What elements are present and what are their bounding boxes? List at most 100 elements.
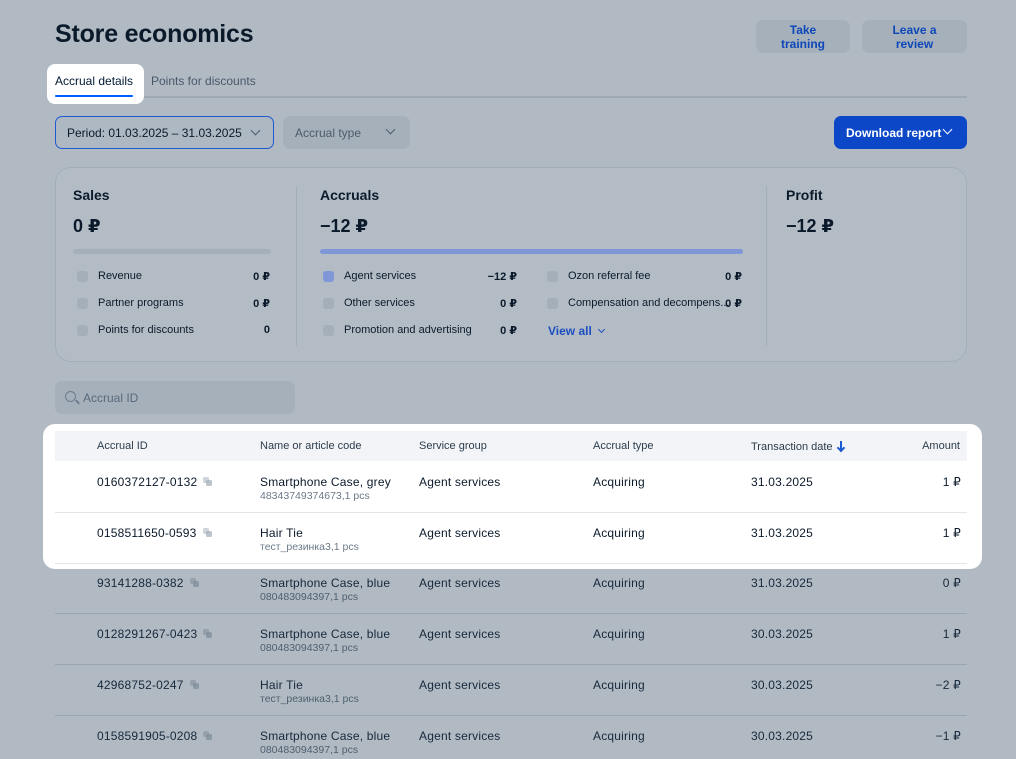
sort-descending-icon — [837, 441, 845, 451]
transaction-date: 31.03.2025 — [751, 576, 814, 590]
accruals-item-ozon-referral-fee[interactable]: Ozon referral fee — [547, 270, 651, 282]
transaction-date: 30.03.2025 — [751, 627, 814, 641]
transaction-date: 30.03.2025 — [751, 678, 814, 692]
accrual-id: 0128291267-0423 — [97, 627, 198, 641]
copy-icon[interactable] — [203, 629, 213, 639]
copy-icon[interactable] — [202, 528, 213, 538]
accrual-id-search[interactable]: Accrual ID — [55, 381, 295, 414]
copy-icon[interactable] — [189, 578, 200, 588]
summary-card: Sales 0 ₽ Revenue 0 ₽ Partner programs 0… — [55, 167, 967, 362]
amount: 1 ₽ — [942, 627, 961, 641]
column-header-amount[interactable]: Amount — [922, 440, 960, 452]
item-name: Smartphone Case, blue — [260, 627, 391, 641]
legend-dot — [547, 297, 558, 309]
accruals-item-label: Agent services — [344, 270, 417, 282]
sales-item-value: 0 ₽ — [253, 271, 270, 283]
accrual-type: Acquiring — [593, 678, 645, 692]
legend-dot — [323, 297, 334, 309]
service-group: Agent services — [419, 678, 501, 692]
legend-dot — [77, 297, 88, 309]
item-name: Hair Tie — [260, 678, 303, 692]
accruals-item-promotion[interactable]: Promotion and advertising — [323, 324, 472, 336]
table-row[interactable]: 0160372127-0132 Smartphone Case, grey 48… — [55, 462, 967, 513]
sales-item-points-for-discounts[interactable]: Points for discounts — [77, 324, 194, 336]
accruals-item-agent-services[interactable]: Agent services — [323, 270, 416, 282]
tabs-divider — [55, 96, 967, 98]
accruals-item-label: Promotion and advertising — [344, 324, 472, 336]
accruals-value: −12 ₽ — [320, 216, 369, 236]
sales-item-label: Partner programs — [98, 297, 184, 309]
accruals-item-label: Ozon referral fee — [568, 270, 651, 282]
profit-value: −12 ₽ — [786, 216, 835, 236]
accruals-bar — [320, 249, 743, 254]
accrual-type: Acquiring — [593, 526, 645, 540]
table-row[interactable]: 42968752-0247 Hair Tie тест_резинка3,1 p… — [55, 665, 967, 716]
sales-item-value: 0 ₽ — [253, 298, 270, 310]
amount: 1 ₽ — [942, 475, 961, 489]
tab-accrual-details[interactable]: Accrual details — [55, 74, 133, 88]
accrual-type-select[interactable]: Accrual type — [283, 116, 410, 149]
accrual-type-select-label: Accrual type — [295, 125, 362, 140]
view-all-link[interactable]: View all — [548, 324, 605, 338]
section-divider — [766, 186, 767, 346]
legend-dot — [77, 324, 88, 336]
table-row[interactable]: 0158591905-0208 Smartphone Case, blue 08… — [55, 716, 967, 759]
legend-dot — [77, 270, 88, 282]
item-name: Smartphone Case, blue — [260, 729, 391, 743]
table-row[interactable]: 93141288-0382 Smartphone Case, blue 0804… — [55, 563, 967, 614]
legend-dot — [547, 270, 558, 282]
sales-bar — [73, 249, 271, 254]
sales-title: Sales — [73, 187, 110, 203]
transaction-date: 30.03.2025 — [751, 729, 814, 743]
accrual-id: 0160372127-0132 — [97, 475, 198, 489]
view-all-label: View all — [548, 324, 592, 338]
amount: 1 ₽ — [942, 526, 961, 540]
accruals-item-compensation[interactable]: Compensation and decompens... — [547, 297, 729, 309]
table-row[interactable]: 0158511650-0593 Hair Tie тест_резинка3,1… — [55, 513, 967, 564]
section-divider — [296, 186, 297, 346]
column-header-name[interactable]: Name or article code — [260, 440, 362, 452]
take-training-button[interactable]: Take training — [756, 20, 850, 53]
sales-item-revenue[interactable]: Revenue — [77, 270, 142, 282]
copy-icon[interactable] — [203, 477, 213, 487]
item-article: 080483094397,1 pcs — [260, 642, 359, 654]
chevron-down-icon — [942, 124, 953, 135]
search-placeholder: Accrual ID — [83, 390, 139, 405]
amount: 0 ₽ — [942, 576, 961, 590]
accruals-item-value: 0 ₽ — [725, 271, 742, 283]
period-select[interactable]: Period: 01.03.2025 – 31.03.2025 — [55, 116, 274, 149]
accruals-item-label: Other services — [344, 297, 415, 309]
accrual-id-cell: 0128291267-0423 — [97, 627, 213, 641]
accruals-item-other-services[interactable]: Other services — [323, 297, 415, 309]
page-title: Store economics — [55, 20, 254, 48]
download-report-label: Download report — [846, 125, 942, 140]
service-group: Agent services — [419, 526, 501, 540]
accrual-type: Acquiring — [593, 729, 645, 743]
item-name: Smartphone Case, grey — [260, 475, 391, 489]
column-header-accrual-id[interactable]: Accrual ID — [97, 440, 148, 452]
accrual-id-cell: 0158591905-0208 — [97, 729, 213, 743]
accruals-item-value: −12 ₽ — [487, 271, 517, 283]
column-header-accrual-type[interactable]: Accrual type — [593, 440, 654, 452]
table-row[interactable]: 0128291267-0423 Smartphone Case, blue 08… — [55, 614, 967, 665]
accrual-id-cell: 93141288-0382 — [97, 576, 200, 590]
service-group: Agent services — [419, 627, 501, 641]
item-name: Smartphone Case, blue — [260, 576, 391, 590]
copy-icon[interactable] — [189, 680, 200, 690]
column-header-transaction-date[interactable]: Transaction date — [751, 440, 845, 453]
item-article: тест_резинка3,1 pcs — [260, 693, 359, 705]
period-select-label: Period: 01.03.2025 – 31.03.2025 — [67, 125, 242, 140]
download-report-button[interactable]: Download report — [834, 116, 967, 149]
copy-icon[interactable] — [203, 731, 213, 741]
item-name: Hair Tie — [260, 526, 303, 540]
leave-review-button[interactable]: Leave a review — [862, 20, 967, 53]
transaction-date: 31.03.2025 — [751, 475, 814, 489]
chevron-down-icon — [385, 124, 396, 135]
search-icon — [65, 391, 76, 402]
sales-value: 0 ₽ — [73, 216, 101, 236]
sales-item-partner-programs[interactable]: Partner programs — [77, 297, 184, 309]
accrual-id-cell: 42968752-0247 — [97, 678, 200, 692]
accrual-id: 0158511650-0593 — [97, 526, 197, 540]
tab-points-for-discounts[interactable]: Points for discounts — [151, 74, 256, 88]
column-header-service-group[interactable]: Service group — [419, 440, 487, 452]
